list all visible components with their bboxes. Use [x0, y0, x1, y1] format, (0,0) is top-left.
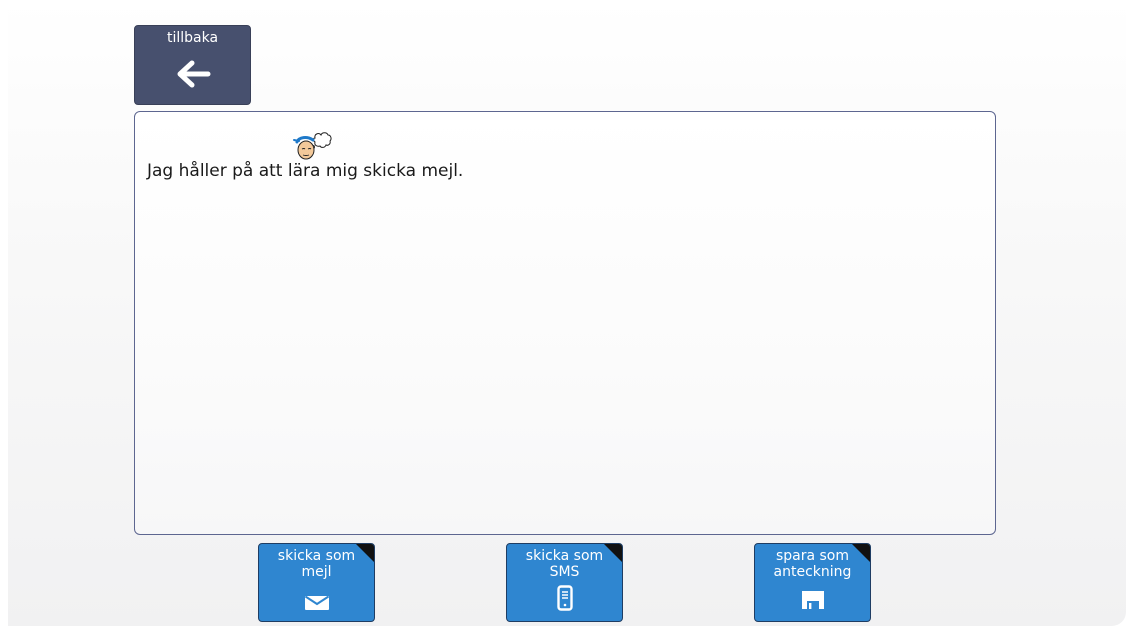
envelope-icon	[304, 595, 329, 610]
back-button-label: tillbaka	[166, 30, 219, 46]
back-button[interactable]: tillbaka	[134, 25, 251, 105]
message-text-area[interactable]: Jag håller på att lära mig skicka mejl.	[134, 111, 996, 535]
arrow-left-icon	[177, 60, 211, 88]
send-as-sms-label: skicka som SMS	[525, 548, 604, 580]
save-as-note-label: spara som anteckning	[773, 548, 852, 580]
send-as-email-button[interactable]: skicka som mejl	[258, 543, 375, 622]
corner-marker	[356, 544, 374, 562]
send-as-email-label: skicka som mejl	[277, 548, 356, 580]
corner-marker	[604, 544, 622, 562]
message-text: Jag håller på att lära mig skicka mejl.	[147, 161, 464, 181]
send-as-sms-button[interactable]: skicka som SMS	[506, 543, 623, 622]
floppy-disk-icon	[801, 591, 824, 609]
corner-marker	[852, 544, 870, 562]
save-as-note-button[interactable]: spara som anteckning	[754, 543, 871, 622]
thinking-person-icon	[293, 132, 332, 160]
mobile-phone-icon	[556, 585, 573, 611]
